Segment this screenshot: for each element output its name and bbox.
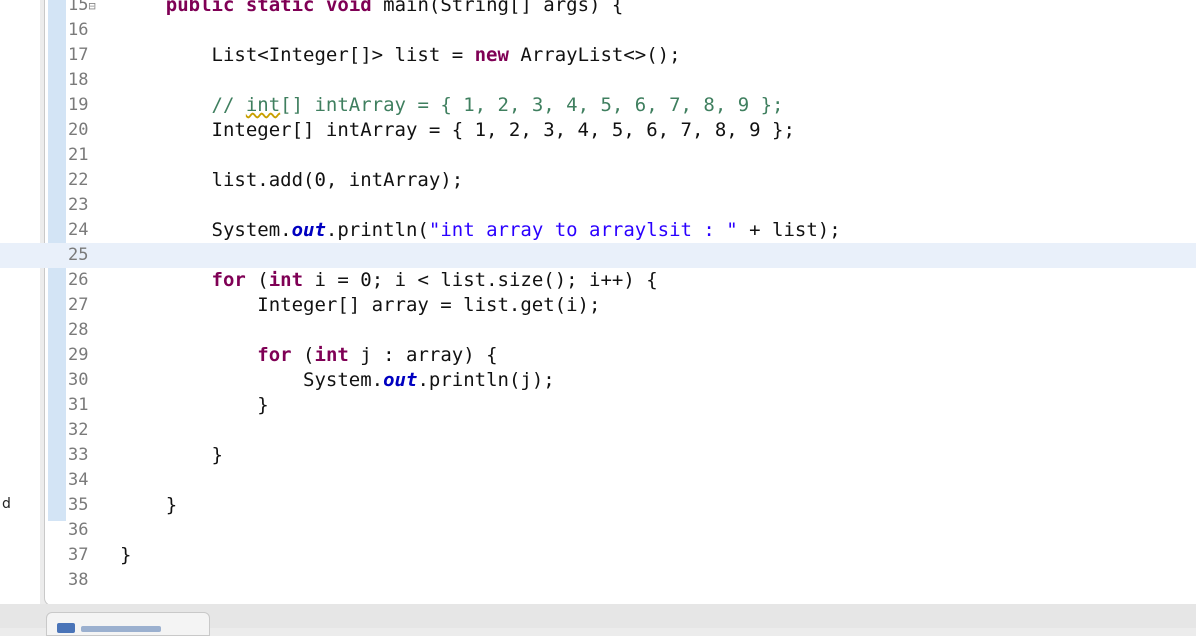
code-line[interactable]: 22 list.add(0, intArray); — [0, 168, 1196, 193]
code-area[interactable]: 15⊟ public static void main(String[] arg… — [0, 0, 1196, 593]
code-line[interactable]: 33 } — [0, 443, 1196, 468]
code-line[interactable]: 19 // int[] intArray = { 1, 2, 3, 4, 5, … — [0, 93, 1196, 118]
console-tab[interactable] — [46, 612, 210, 636]
code-line[interactable]: 24 System.out.println("int array to arra… — [0, 218, 1196, 243]
code-text: Integer[] intArray = { 1, 2, 3, 4, 5, 6,… — [120, 119, 795, 141]
line-number: 28 — [68, 320, 89, 340]
code-text: } — [120, 494, 178, 516]
code-line[interactable]: 34 — [0, 468, 1196, 493]
code-line[interactable]: 25 — [0, 243, 1196, 268]
code-text: for (int i = 0; i < list.size(); i++) { — [211, 269, 658, 291]
line-number: 38 — [68, 570, 89, 590]
console-tab-label — [81, 626, 161, 632]
line-number: 35 — [68, 495, 89, 515]
fold-collapse-icon[interactable]: ⊟ — [88, 0, 95, 13]
code-line[interactable]: 38 — [0, 568, 1196, 593]
line-number: 17 — [68, 45, 89, 65]
code-line[interactable]: 20 Integer[] intArray = { 1, 2, 3, 4, 5,… — [0, 118, 1196, 143]
code-line[interactable]: 17 List<Integer[]> list = new ArrayList<… — [0, 43, 1196, 68]
code-line[interactable]: 35 } — [0, 493, 1196, 518]
line-number: 25 — [68, 245, 89, 265]
line-number: 26 — [68, 270, 89, 290]
code-text: } — [120, 444, 223, 466]
console-icon — [57, 623, 75, 633]
code-text: } — [120, 394, 269, 416]
code-text: list.add(0, intArray); — [120, 169, 464, 191]
code-line[interactable]: 36 — [0, 518, 1196, 543]
line-number: 15⊟ — [68, 0, 96, 15]
code-text: System.out.println("int array to arrayls… — [120, 219, 841, 241]
code-line[interactable]: 37} — [0, 543, 1196, 568]
code-line[interactable]: 23 — [0, 193, 1196, 218]
line-number: 19 — [68, 95, 89, 115]
line-number: 22 — [68, 170, 89, 190]
code-text: System.out.println(j); — [120, 369, 555, 391]
code-line[interactable]: 29 for (int j : array) { — [0, 343, 1196, 368]
code-line[interactable]: 18 — [0, 68, 1196, 93]
line-number: 27 — [68, 295, 89, 315]
line-number: 23 — [68, 195, 89, 215]
line-number: 36 — [68, 520, 89, 540]
line-number: 30 — [68, 370, 89, 390]
code-text: public static void main(String[] args) { — [165, 0, 624, 16]
code-text: for (int j : array) { — [257, 344, 498, 366]
code-text: List<Integer[]> list = new ArrayList<>()… — [120, 44, 681, 66]
code-line[interactable]: 21 — [0, 143, 1196, 168]
line-number: 20 — [68, 120, 89, 140]
code-line[interactable]: 15⊟ public static void main(String[] arg… — [0, 0, 1196, 18]
line-number: 37 — [68, 545, 89, 565]
line-number: 29 — [68, 345, 89, 365]
line-number: 16 — [68, 20, 89, 40]
code-line[interactable]: 16 — [0, 18, 1196, 43]
line-number: 21 — [68, 145, 89, 165]
code-line[interactable]: 28 — [0, 318, 1196, 343]
line-number: 33 — [68, 445, 89, 465]
code-line[interactable]: 30 System.out.println(j); — [0, 368, 1196, 393]
code-text: // int[] intArray = { 1, 2, 3, 4, 5, 6, … — [211, 94, 784, 116]
code-line[interactable]: 26 for (int i = 0; i < list.size(); i++)… — [0, 268, 1196, 293]
line-number: 18 — [68, 70, 89, 90]
line-number: 24 — [68, 220, 89, 240]
code-line[interactable]: 32 — [0, 418, 1196, 443]
code-text: } — [120, 544, 132, 566]
line-number: 31 — [68, 395, 89, 415]
line-number: 32 — [68, 420, 89, 440]
code-text: Integer[] array = list.get(i); — [120, 294, 601, 316]
code-line[interactable]: 27 Integer[] array = list.get(i); — [0, 293, 1196, 318]
code-line[interactable]: 31 } — [0, 393, 1196, 418]
line-number: 34 — [68, 470, 89, 490]
